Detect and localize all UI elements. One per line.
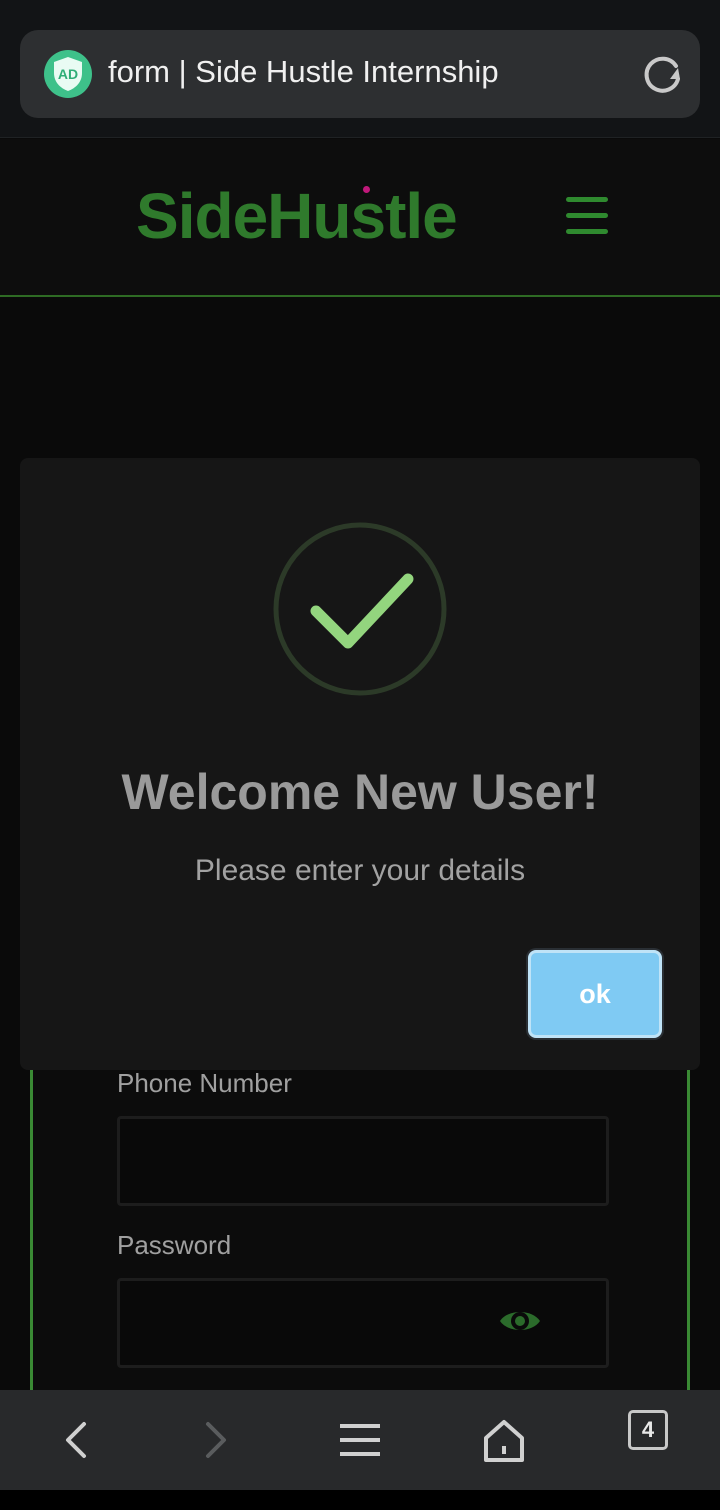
ok-button[interactable]: ok <box>528 950 662 1038</box>
reload-icon[interactable] <box>640 52 686 98</box>
success-check-icon <box>272 521 448 697</box>
phone-label: Phone Number <box>117 1068 292 1098</box>
hamburger-menu-icon[interactable] <box>566 197 608 235</box>
logo-dot <box>363 186 370 193</box>
tab-count-button[interactable]: 4 <box>628 1410 668 1450</box>
welcome-dialog: Welcome New User! Please enter your deta… <box>20 458 700 1070</box>
ad-badge-text: AD <box>58 66 78 82</box>
dialog-title: Welcome New User! <box>121 764 599 820</box>
menu-lines-icon[interactable] <box>336 1416 384 1464</box>
forward-arrow-icon[interactable] <box>192 1416 240 1464</box>
phone-input[interactable] <box>117 1116 609 1206</box>
home-icon[interactable] <box>480 1416 528 1464</box>
password-input[interactable] <box>117 1278 609 1368</box>
page-title[interactable]: form | Side Hustle Internship <box>108 54 499 90</box>
back-arrow-icon[interactable] <box>54 1416 102 1464</box>
system-nav-strip <box>0 1490 720 1510</box>
dialog-message: Please enter your details <box>194 854 526 887</box>
site-logo[interactable]: SideHustle <box>136 179 458 253</box>
eye-icon[interactable] <box>498 1299 542 1343</box>
browser-toolbar: AD form | Side Hustle Internship <box>0 0 720 138</box>
site-header: SideHustle <box>0 139 720 297</box>
adblock-shield-icon[interactable]: AD <box>44 50 92 98</box>
address-bar[interactable]: AD form | Side Hustle Internship <box>20 30 700 118</box>
signup-form: Phone Number Password <box>30 1060 690 1390</box>
password-label: Password <box>117 1230 232 1260</box>
browser-bottom-nav: 4 <box>0 1390 720 1490</box>
